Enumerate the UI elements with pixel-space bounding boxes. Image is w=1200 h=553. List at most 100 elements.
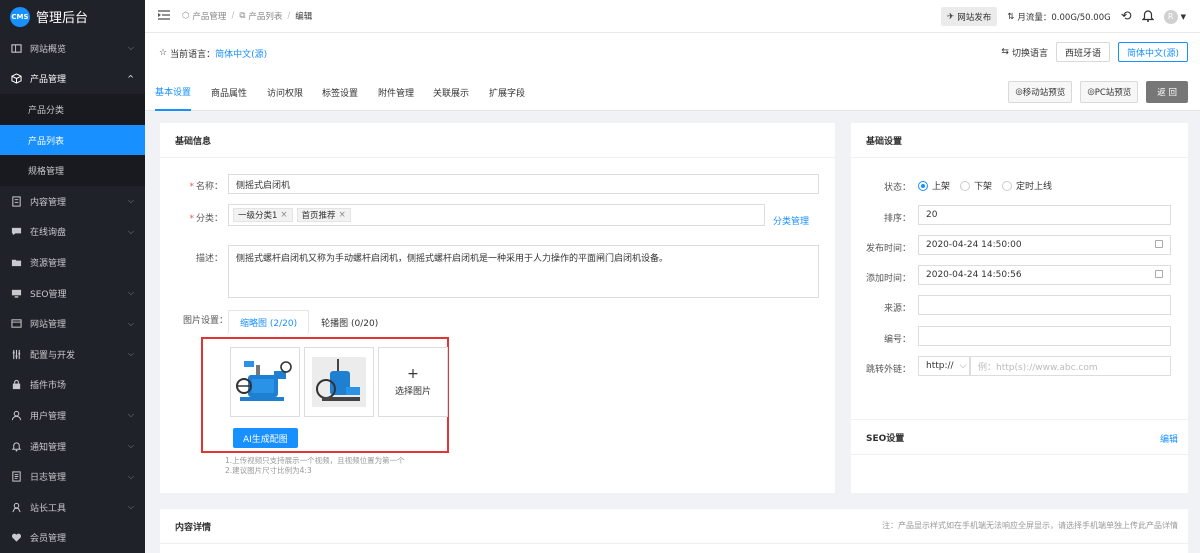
sidebar-item-members[interactable]: 会员管理: [0, 523, 145, 553]
description-label: 描述：: [195, 254, 223, 264]
language-switcher: ⇆ 切换语言 西班牙语 简体中文(源): [1001, 42, 1188, 62]
traffic-status: ⇅ 月流量：0.00G/50.00G: [1007, 11, 1110, 23]
send-icon: ✈: [947, 11, 955, 22]
chevron-down-icon: ⌵: [127, 196, 134, 206]
pc-preview-button[interactable]: ◎ PC站预览: [1080, 81, 1139, 103]
sidebar-item-overview[interactable]: 网站概览 ⌵: [0, 33, 145, 64]
category-tag: 一级分类1 ×: [233, 208, 293, 222]
sidebar-item-label: 通知管理: [30, 442, 67, 453]
sidebar-item-resources[interactable]: 资源管理: [0, 247, 145, 278]
product-thumbnail[interactable]: [230, 347, 300, 417]
tab-basic-settings[interactable]: 基本设置: [155, 73, 192, 111]
sidebar-item-logs[interactable]: 日志管理 ⌵: [0, 461, 145, 492]
sidebar-item-content[interactable]: 内容管理 ⌵: [0, 186, 145, 217]
app-logo[interactable]: CMS 管理后台: [0, 0, 145, 33]
mobile-preview-button[interactable]: ◎ 移动站预览: [1008, 81, 1073, 103]
sidebar-item-plugins[interactable]: 插件市场: [0, 370, 145, 401]
close-icon[interactable]: ×: [339, 210, 346, 220]
source-input[interactable]: [918, 295, 1171, 315]
breadcrumb-item[interactable]: 产品列表: [248, 10, 282, 22]
external-link-label: 跳转外链：: [865, 365, 911, 375]
status-radio-online[interactable]: 上架: [918, 179, 950, 192]
sidebar-item-users[interactable]: 用户管理 ⌵: [0, 400, 145, 431]
publish-time-input[interactable]: 2020-04-24 14:50:00: [918, 235, 1171, 255]
sidebar-item-seo[interactable]: SEO管理 ⌵: [0, 278, 145, 309]
tab-thumbnails[interactable]: 缩略图 (2/20): [228, 310, 310, 334]
publish-time-label: 发布时间：: [865, 244, 911, 254]
description-textarea[interactable]: 侧摇式螺杆启闭机又称为手动螺杆启闭机，侧摇式螺杆启闭机是一种采用于人力操作的平面…: [228, 245, 819, 298]
sidebar-item-label: 插件市场: [30, 381, 67, 392]
language-button-spanish[interactable]: 西班牙语: [1055, 42, 1110, 62]
status-radio-group: 上架 下架 定时上线: [918, 179, 1062, 192]
basic-info-title: 基础信息: [160, 123, 835, 158]
sidebar-item-label: 内容管理: [30, 197, 67, 208]
hoist-machine-image-1: [236, 361, 292, 401]
sort-input[interactable]: 20: [918, 205, 1171, 225]
back-button[interactable]: 返 回: [1146, 81, 1188, 103]
tab-extended-fields[interactable]: 扩展字段: [489, 73, 525, 111]
category-manage-link[interactable]: 分类管理: [773, 214, 809, 227]
menu-toggle-icon[interactable]: [158, 9, 170, 23]
chevron-down-icon: ⌵: [127, 471, 134, 481]
image-settings-label: 图片设置：: [182, 316, 228, 326]
tab-tag-settings[interactable]: 标签设置: [322, 73, 358, 111]
category-select[interactable]: 一级分类1 × 首页推荐 ×: [228, 204, 765, 226]
sidebar-subitem-product-category[interactable]: 产品分类: [0, 94, 145, 125]
traffic-label: 月流量：0.00G/50.00G: [1017, 12, 1111, 23]
code-label: 编号：: [883, 335, 911, 345]
bell-icon[interactable]: [1141, 9, 1155, 25]
image-tabs: 缩略图 (2/20) 轮播图 (0/20): [228, 310, 390, 334]
seo-card: SEO设置 编辑: [851, 419, 1188, 493]
name-input[interactable]: 侧摇式启闭机: [228, 174, 819, 194]
sliders-icon: [10, 348, 22, 360]
chevron-down-icon: ⌵: [127, 410, 134, 420]
language-button-chinese[interactable]: 简体中文(源): [1117, 42, 1188, 62]
heart-icon: [10, 532, 22, 544]
sidebar-item-webmaster-tools[interactable]: 站长工具 ⌵: [0, 492, 145, 523]
product-thumbnail[interactable]: [304, 347, 374, 417]
sidebar-submenu-products: 产品分类 产品列表 规格管理: [0, 94, 145, 186]
close-icon[interactable]: ×: [280, 210, 287, 220]
user-icon: [10, 409, 22, 421]
edit-tabs: 基本设置 商品属性 访问权限 标签设置 附件管理 关联展示 扩展字段 ◎ 移动站预…: [145, 73, 1200, 111]
sidebar-item-label: 在线询盘: [30, 228, 67, 239]
seo-edit-link[interactable]: 编辑: [1160, 432, 1178, 445]
sidebar-item-products[interactable]: 产品管理 ^: [0, 64, 145, 95]
user-menu[interactable]: R ▼: [1163, 9, 1186, 24]
tab-access-rights[interactable]: 访问权限: [267, 73, 303, 111]
sidebar-subitem-spec-manage[interactable]: 规格管理: [0, 155, 145, 186]
tab-attachments[interactable]: 附件管理: [378, 73, 414, 111]
ai-generate-image-button[interactable]: AI生成配图: [233, 428, 298, 448]
protocol-select[interactable]: http:// ⌵: [918, 356, 970, 376]
breadcrumb-item[interactable]: 产品管理: [192, 10, 226, 22]
topbar-actions: ✈ 网站发布 ⇅ 月流量：0.00G/50.00G ⟲ R ▼: [941, 0, 1186, 33]
chevron-up-icon: ^: [127, 74, 134, 84]
publish-button[interactable]: ✈ 网站发布: [941, 7, 998, 26]
sidebar-item-label: 日志管理: [30, 473, 67, 484]
code-input[interactable]: [918, 326, 1171, 346]
tab-related-display[interactable]: 关联展示: [433, 73, 469, 111]
added-time-input[interactable]: 2020-04-24 14:50:56: [918, 265, 1171, 285]
sidebar-item-config[interactable]: 配置与开发 ⌵: [0, 339, 145, 370]
dashboard-icon: [10, 42, 22, 54]
preview-actions: ◎ 移动站预览 ◎ PC站预览 返 回: [1008, 81, 1188, 103]
hoist-machine-image-2: [312, 357, 366, 407]
log-icon: [10, 471, 22, 483]
sidebar-item-inquiry[interactable]: 在线询盘 ⌵: [0, 217, 145, 248]
switch-language-label: ⇆ 切换语言: [1001, 47, 1048, 59]
sidebar-subitem-product-list[interactable]: 产品列表: [0, 124, 145, 156]
category-label: * 分类：: [189, 214, 223, 224]
status-radio-scheduled[interactable]: 定时上线: [1002, 179, 1052, 192]
status-radio-offline[interactable]: 下架: [960, 179, 992, 192]
tab-product-attributes[interactable]: 商品属性: [211, 73, 247, 111]
tab-carousel[interactable]: 轮播图 (0/20): [309, 310, 390, 334]
external-link-input[interactable]: 例：http(s)://www.abc.com: [970, 356, 1171, 376]
add-picture-button[interactable]: + 选择图片: [378, 347, 448, 417]
sidebar-item-label: 产品分类: [28, 105, 65, 116]
sidebar-item-website[interactable]: 网站管理 ⌵: [0, 308, 145, 339]
app-title: 管理后台: [36, 11, 89, 26]
sidebar-item-label: 网站概览: [30, 44, 67, 55]
sidebar-item-notifications[interactable]: 通知管理 ⌵: [0, 431, 145, 462]
history-icon[interactable]: ⟲: [1121, 9, 1132, 24]
calendar-icon: [1155, 270, 1163, 278]
